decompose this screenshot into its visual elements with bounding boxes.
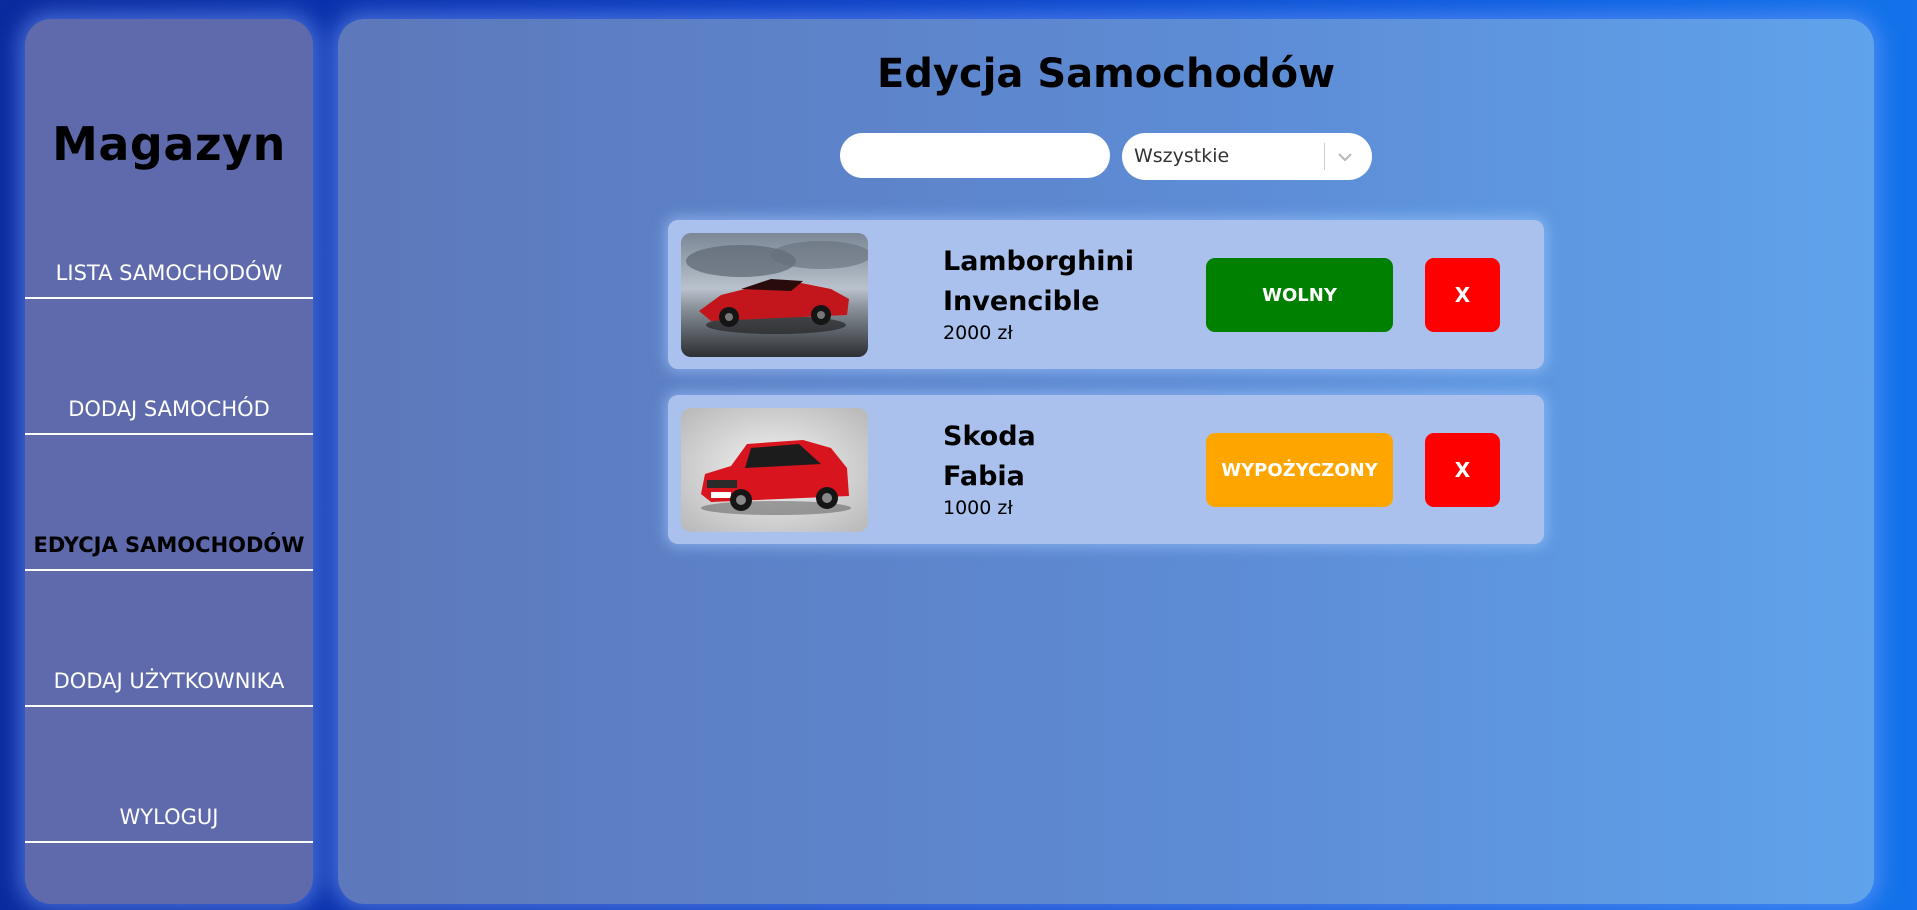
sidebar-item-add-user[interactable]: DODAJ UŻYTKOWNIKA — [25, 657, 313, 707]
car-brand: Skoda — [943, 421, 1036, 452]
car-price: 1000 zł — [943, 497, 1013, 519]
sidebar-item-car-list[interactable]: LISTA SAMOCHODÓW — [25, 249, 313, 299]
car-image — [681, 408, 868, 532]
main-panel: Edycja Samochodów Wszystkie Lamborghini … — [338, 19, 1874, 904]
chevron-down-icon[interactable] — [1334, 146, 1356, 168]
sidebar: Magazyn LISTA SAMOCHODÓW DODAJ SAMOCHÓD … — [25, 19, 313, 904]
status-button[interactable]: WOLNY — [1206, 258, 1393, 332]
select-separator — [1324, 143, 1325, 170]
car-price: 2000 zł — [943, 322, 1013, 344]
sidebar-item-edit-cars[interactable]: EDYCJA SAMOCHODÓW — [25, 521, 313, 571]
car-image — [681, 233, 868, 357]
status-filter-select[interactable]: Wszystkie — [1122, 133, 1372, 180]
search-input[interactable] — [840, 133, 1110, 178]
page-title: Edycja Samochodów — [876, 51, 1336, 97]
car-name: Lamborghini Invencible — [943, 242, 1134, 322]
car-brand: Lamborghini — [943, 246, 1135, 277]
car-card: Lamborghini Invencible 2000 zł WOLNY X — [668, 220, 1544, 369]
car-model: Invencible — [943, 286, 1100, 317]
status-button[interactable]: WYPOŻYCZONY — [1206, 433, 1393, 507]
car-model: Fabia — [943, 461, 1025, 492]
delete-button[interactable]: X — [1425, 433, 1500, 507]
status-filter-value: Wszystkie — [1134, 145, 1230, 167]
car-name: Skoda Fabia — [943, 417, 1036, 497]
car-card: Skoda Fabia 1000 zł WYPOŻYCZONY X — [668, 395, 1544, 544]
sidebar-item-logout[interactable]: WYLOGUJ — [25, 793, 313, 843]
delete-button[interactable]: X — [1425, 258, 1500, 332]
app-logo: Magazyn — [52, 117, 286, 171]
sidebar-item-add-car[interactable]: DODAJ SAMOCHÓD — [25, 385, 313, 435]
